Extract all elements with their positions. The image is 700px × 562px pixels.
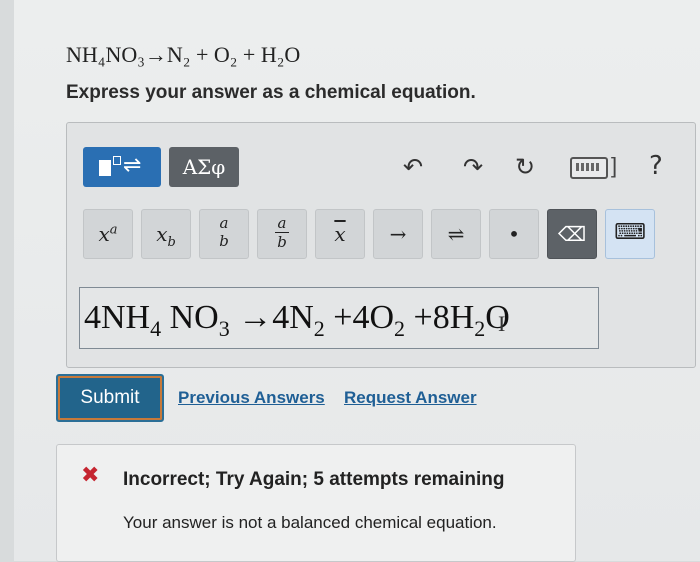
fraction-bar-key[interactable]: ab — [257, 209, 307, 259]
equilibrium-glyph: ⇌ — [447, 222, 465, 246]
dot-key[interactable]: • — [489, 209, 539, 259]
feedback-message: Your answer is not a balanced chemical e… — [123, 513, 497, 532]
previous-answers-link[interactable]: Previous Answers — [178, 388, 325, 408]
backspace-icon: ⌫ — [557, 222, 587, 246]
help-button[interactable]: ? — [649, 151, 663, 181]
backspace-key[interactable]: ⌫ — [547, 209, 597, 259]
subscript-glyph: xb — [156, 222, 176, 250]
incorrect-icon: ✖ — [81, 463, 100, 488]
question-instruction: Express your answer as a chemical equati… — [66, 82, 476, 103]
answer-text: 4NH4 NO3 →4N2 +4O2 +8H2O — [84, 299, 510, 341]
arrow-glyph: → — [389, 222, 407, 246]
overline-key[interactable]: x — [315, 209, 365, 259]
editor-toolbar: ⇌ ΑΣφ ↶ ↷ ↻ ] ? — [83, 147, 678, 187]
redo-icon[interactable]: ↷ — [463, 153, 483, 181]
reaction-arrow-key[interactable]: → — [373, 209, 423, 259]
templates-icon-box — [113, 156, 121, 165]
fraction-glyph: ab — [219, 214, 229, 250]
undo-icon[interactable]: ↶ — [403, 153, 423, 181]
keyboard-icon[interactable] — [570, 157, 608, 179]
subscript-key[interactable]: xb — [141, 209, 191, 259]
greek-symbols-button[interactable]: ΑΣφ — [169, 147, 239, 187]
reset-icon[interactable]: ↻ — [515, 153, 535, 181]
fraction-bar-glyph: ab — [258, 214, 306, 251]
equilibrium-arrow-icon: ⇌ — [123, 153, 142, 178]
question-equation: NH₄NO₃→N₂ + O₂ + H₂O — [66, 42, 301, 67]
overline-glyph: x — [334, 222, 346, 246]
keyboard-bracket-icon: ] — [611, 153, 618, 178]
fraction-key[interactable]: ab — [199, 209, 249, 259]
superscript-glyph: xa — [98, 222, 118, 246]
request-answer-link[interactable]: Request Answer — [344, 388, 477, 408]
feedback-title: Incorrect; Try Again; 5 attempts remaini… — [123, 469, 505, 490]
templates-icon — [99, 160, 111, 176]
equilibrium-key[interactable]: ⇌ — [431, 209, 481, 259]
answer-editor: ⇌ ΑΣφ ↶ ↷ ↻ ] ? xa xb ab ab x → ⇌ • ⌫ ⌨ … — [66, 122, 696, 368]
page: NH₄NO₃→N₂ + O₂ + H₂O Express your answer… — [14, 0, 700, 562]
keyboard-toggle-icon: ⌨ — [614, 220, 646, 245]
answer-input[interactable]: 4NH4 NO3 →4N2 +4O2 +8H2O I — [79, 287, 599, 349]
feedback-panel: ✖ Incorrect; Try Again; 5 attempts remai… — [56, 444, 576, 562]
keyboard-toggle-key[interactable]: ⌨ — [605, 209, 655, 259]
templates-button[interactable]: ⇌ — [83, 147, 161, 187]
dot-glyph: • — [508, 222, 520, 246]
symbol-keys: xa xb ab ab x → ⇌ • ⌫ ⌨ — [83, 209, 683, 261]
submit-button[interactable]: Submit — [56, 374, 164, 422]
superscript-key[interactable]: xa — [83, 209, 133, 259]
text-cursor-icon: I — [498, 311, 506, 336]
